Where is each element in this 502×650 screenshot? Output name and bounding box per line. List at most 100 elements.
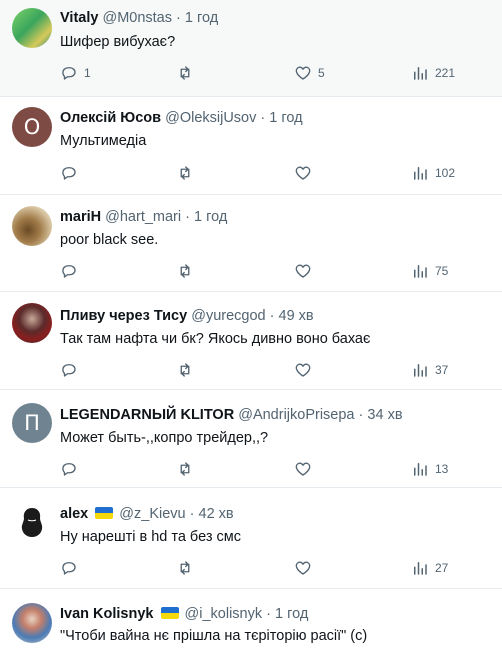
views-icon: [414, 167, 427, 180]
like-button[interactable]: [294, 559, 318, 577]
author-name[interactable]: Олексій Юсов: [60, 110, 161, 126]
retweet-button[interactable]: [176, 460, 200, 478]
views-icon: [414, 562, 427, 575]
tweet-actions: 102: [60, 164, 460, 184]
reply-button[interactable]: [60, 262, 84, 280]
views-icon: [414, 67, 427, 80]
avatar-letter: О: [23, 115, 41, 139]
author-name[interactable]: mariH: [60, 209, 101, 225]
views-count: 221: [435, 66, 456, 80]
timestamp[interactable]: 1 год: [194, 209, 227, 225]
reply-icon: [62, 167, 76, 180]
like-button[interactable]: 5: [294, 64, 325, 82]
views-count: 37: [435, 363, 449, 377]
retweet-button[interactable]: [176, 262, 200, 280]
author-handle[interactable]: @M0nstas: [102, 10, 172, 26]
views-button[interactable]: 37: [411, 361, 448, 379]
views-icon: [414, 463, 427, 476]
tweet-item[interactable]: alex @z_Kievu · 42 хв Ну нарешті в hd та…: [0, 488, 502, 589]
author-handle[interactable]: @hart_mari: [105, 209, 181, 225]
tweet-item[interactable]: Vitaly @M0nstas · 1 год Шифер вибухає? 1…: [0, 0, 502, 97]
author-name[interactable]: Пливу через Тису: [60, 308, 187, 324]
tweet-feed: Vitaly @M0nstas · 1 год Шифер вибухає? 1…: [0, 0, 502, 650]
retweet-button[interactable]: [176, 64, 200, 82]
timestamp[interactable]: 1 год: [185, 10, 218, 26]
author-name[interactable]: Vitaly: [60, 10, 98, 26]
avatar[interactable]: [12, 603, 52, 643]
ukraine-flag-icon: [160, 607, 179, 619]
reply-button[interactable]: [60, 460, 84, 478]
views-button[interactable]: 102: [411, 164, 455, 182]
tweet-item[interactable]: Пливу через Тису @yurecgod · 49 хв Так т…: [0, 292, 502, 390]
views-button[interactable]: 75: [411, 262, 448, 280]
timestamp[interactable]: 1 год: [269, 110, 302, 126]
tweet-header: Vitaly @M0nstas · 1 год: [60, 9, 494, 28]
separator-dot: ·: [266, 606, 271, 622]
retweet-button[interactable]: [176, 361, 200, 379]
author-name[interactable]: LEGENDARNЫЙ KLITOR: [60, 407, 234, 423]
like-button[interactable]: [294, 460, 318, 478]
like-button[interactable]: [294, 164, 318, 182]
tweet-text: Может быть-,,копро трейдер,,?: [60, 430, 269, 446]
tweet-text: poor black see.: [60, 232, 159, 248]
avatar[interactable]: [12, 206, 52, 246]
reply-button[interactable]: [60, 361, 84, 379]
reply-button[interactable]: [60, 164, 84, 182]
tweet-item[interactable]: П LEGENDARNЫЙ KLITOR @AndrijkoPrisepa · …: [0, 390, 502, 488]
timestamp[interactable]: 49 хв: [279, 308, 314, 324]
tweet-item[interactable]: О Олексій Юсов @OleksijUsov · 1 год Муль…: [0, 97, 502, 195]
retweet-icon: [180, 166, 190, 180]
author-handle[interactable]: @yurecgod: [191, 308, 265, 324]
separator-dot: ·: [185, 209, 190, 225]
tweet-item[interactable]: Ivan Kolisnyk @i_kolisnyk · 1 год "Чтоби…: [0, 589, 502, 650]
avatar[interactable]: [12, 502, 52, 542]
avatar[interactable]: [12, 303, 52, 343]
timestamp[interactable]: 34 хв: [367, 407, 402, 423]
views-icon: [414, 265, 427, 278]
reply-icon: [62, 265, 76, 278]
avatar-silhouette-icon: [21, 508, 43, 537]
ukraine-flag-icon: [95, 507, 114, 519]
tweet-actions: 75: [60, 262, 460, 282]
views-count: 102: [435, 166, 456, 180]
tweet-header: Ivan Kolisnyk @i_kolisnyk · 1 год: [60, 605, 494, 624]
views-button[interactable]: 221: [411, 64, 455, 82]
reply-count: 1: [84, 66, 91, 80]
tweet-header: LEGENDARNЫЙ KLITOR @AndrijkoPrisepa · 34…: [60, 406, 494, 425]
views-button[interactable]: 27: [411, 559, 448, 577]
timestamp[interactable]: 42 хв: [199, 506, 234, 522]
tweet-header: alex @z_Kievu · 42 хв: [60, 505, 494, 524]
views-icon: [414, 364, 427, 377]
avatar[interactable]: П: [12, 403, 52, 443]
tweet-item[interactable]: mariH @hart_mari · 1 год poor black see.…: [0, 195, 502, 292]
reply-button[interactable]: 1: [60, 64, 91, 82]
views-button[interactable]: 13: [411, 460, 448, 478]
reply-icon: [62, 364, 76, 377]
author-handle[interactable]: @OleksijUsov: [165, 110, 256, 126]
heart-icon: [295, 264, 311, 278]
author-handle[interactable]: @i_kolisnyk: [185, 606, 263, 622]
tweet-header: Пливу через Тису @yurecgod · 49 хв: [60, 307, 494, 326]
heart-icon: [295, 363, 311, 377]
retweet-button[interactable]: [176, 559, 200, 577]
reply-icon: [62, 67, 76, 80]
avatar-letter: П: [24, 411, 40, 435]
like-count: 5: [318, 66, 325, 80]
views-count: 75: [435, 264, 449, 278]
author-handle[interactable]: @z_Kievu: [119, 506, 185, 522]
reply-button[interactable]: [60, 559, 84, 577]
like-button[interactable]: [294, 361, 318, 379]
avatar[interactable]: О: [12, 107, 52, 147]
timestamp[interactable]: 1 год: [275, 606, 308, 622]
retweet-button[interactable]: [176, 164, 200, 182]
tweet-text: Шифер вибухає?: [60, 34, 176, 50]
tweet-text: Ну нарешті в hd та без смс: [60, 529, 241, 545]
like-button[interactable]: [294, 262, 318, 280]
author-name[interactable]: Ivan Kolisnyk: [60, 606, 153, 622]
author-handle[interactable]: @AndrijkoPrisepa: [238, 407, 354, 423]
heart-icon: [295, 462, 311, 476]
tweet-actions: 37: [60, 361, 460, 381]
author-name[interactable]: alex: [60, 506, 88, 522]
avatar[interactable]: [12, 8, 52, 48]
retweet-icon: [180, 264, 190, 278]
